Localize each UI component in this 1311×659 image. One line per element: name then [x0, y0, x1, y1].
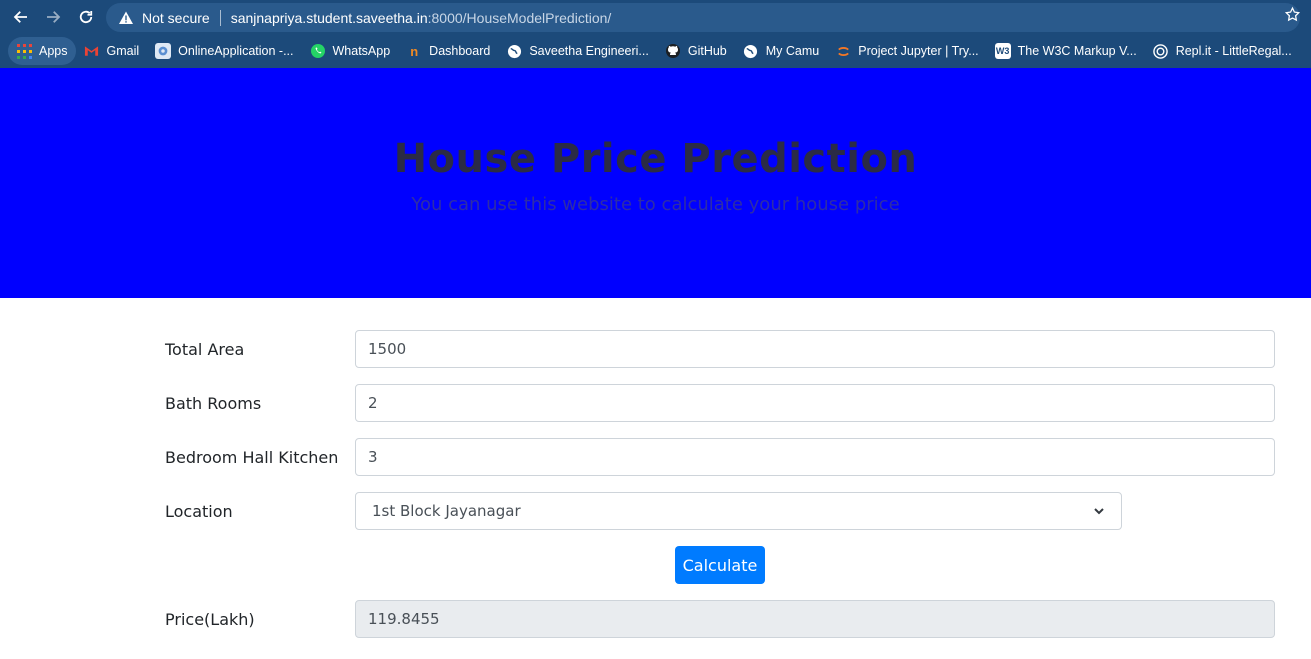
reload-icon — [79, 10, 93, 24]
url-host: sanjnapriya.student.saveetha.in — [230, 9, 428, 26]
browser-toolbar: Not secure sanjnapriya.student.saveetha.… — [0, 0, 1311, 34]
bhk-input[interactable] — [355, 438, 1275, 476]
globe-icon — [743, 43, 759, 59]
bookmark-apps[interactable]: Apps — [8, 37, 76, 65]
jupyter-icon — [835, 43, 851, 59]
whatsapp-icon — [310, 43, 326, 59]
page-header: House Price Prediction You can use this … — [0, 68, 1311, 298]
bookmark-star-button[interactable] — [1284, 6, 1301, 23]
dashboard-icon: n — [410, 43, 419, 59]
bookmark-my-camu[interactable]: My Camu — [735, 37, 827, 65]
arrow-right-icon — [47, 11, 61, 23]
bookmark-label: Saveetha Engineeri... — [529, 44, 649, 58]
price-label: Price(Lakh) — [165, 610, 255, 629]
url-path: :8000/HouseModelPrediction/ — [427, 9, 612, 26]
chevron-down-icon — [1094, 508, 1104, 515]
bookmark-label: Repl.it - LittleRegal... — [1175, 44, 1292, 58]
bhk-row: Bedroom Hall Kitchen — [165, 438, 1275, 476]
bookmark-gmail[interactable]: Gmail — [76, 37, 148, 65]
gmail-icon — [84, 43, 100, 59]
price-row: Price(Lakh) — [165, 600, 1275, 638]
browser-chrome: Not secure sanjnapriya.student.saveetha.… — [0, 0, 1311, 68]
bookmark-label: Project Jupyter | Try... — [858, 44, 979, 58]
bookmark-whatsapp[interactable]: WhatsApp — [302, 37, 399, 65]
apps-grid-icon — [16, 43, 32, 59]
bath-rooms-label: Bath Rooms — [165, 394, 262, 413]
bookmark-label: Dashboard — [429, 44, 491, 58]
bookmark-label: OnlineApplication -... — [178, 44, 294, 58]
page-title: House Price Prediction — [393, 136, 918, 182]
location-selected-value: 1st Block Jayanagar — [372, 502, 521, 520]
location-select[interactable]: 1st Block Jayanagar — [355, 492, 1122, 530]
security-label[interactable]: Not secure — [142, 10, 210, 26]
globe-icon — [506, 43, 522, 59]
reload-button[interactable] — [75, 6, 97, 28]
github-icon — [665, 43, 681, 59]
bookmarks-bar: Apps Gmail OnlineApplication -... WhatsA… — [0, 34, 1311, 68]
address-separator — [219, 9, 221, 26]
bookmark-label: Apps — [39, 44, 68, 58]
bhk-label: Bedroom Hall Kitchen — [165, 448, 339, 467]
bookmark-w3c[interactable]: W3 The W3C Markup V... — [987, 37, 1145, 65]
bookmark-project-jupyter[interactable]: Project Jupyter | Try... — [827, 37, 986, 65]
location-label: Location — [165, 502, 233, 521]
arrow-left-icon — [13, 11, 27, 23]
w3c-icon: W3 — [994, 43, 1011, 59]
location-row: Location 1st Block Jayanagar — [165, 492, 1275, 530]
bath-rooms-input[interactable] — [355, 384, 1275, 422]
bookmark-online-application[interactable]: OnlineApplication -... — [147, 37, 301, 65]
bookmark-saveetha[interactable]: Saveetha Engineeri... — [498, 37, 657, 65]
total-area-input[interactable] — [355, 330, 1275, 368]
bookmark-replit[interactable]: Repl.it - LittleRegal... — [1145, 37, 1300, 65]
bookmark-label: My Camu — [765, 44, 820, 58]
address-bar[interactable]: Not secure sanjnapriya.student.saveetha.… — [106, 3, 1300, 32]
price-output — [355, 600, 1275, 638]
bookmark-github[interactable]: GitHub — [657, 37, 735, 65]
total-area-row: Total Area — [165, 330, 1275, 368]
star-icon — [1284, 6, 1301, 22]
bookmark-label: The W3C Markup V... — [1017, 44, 1137, 58]
bath-rooms-row: Bath Rooms — [165, 384, 1275, 422]
bookmark-label: Gmail — [106, 44, 140, 58]
page-subtitle: You can use this website to calculate yo… — [411, 194, 900, 215]
back-button[interactable] — [10, 6, 32, 28]
bookmark-label: WhatsApp — [332, 44, 391, 58]
replit-icon — [1153, 43, 1169, 59]
bookmark-label: GitHub — [687, 44, 727, 58]
total-area-label: Total Area — [165, 340, 245, 359]
bookmark-dashboard[interactable]: n Dashboard — [398, 37, 498, 65]
calculate-button[interactable]: Calculate — [675, 546, 765, 584]
forward-button[interactable] — [42, 6, 64, 28]
warning-icon — [118, 10, 134, 26]
online-application-icon — [155, 43, 172, 59]
